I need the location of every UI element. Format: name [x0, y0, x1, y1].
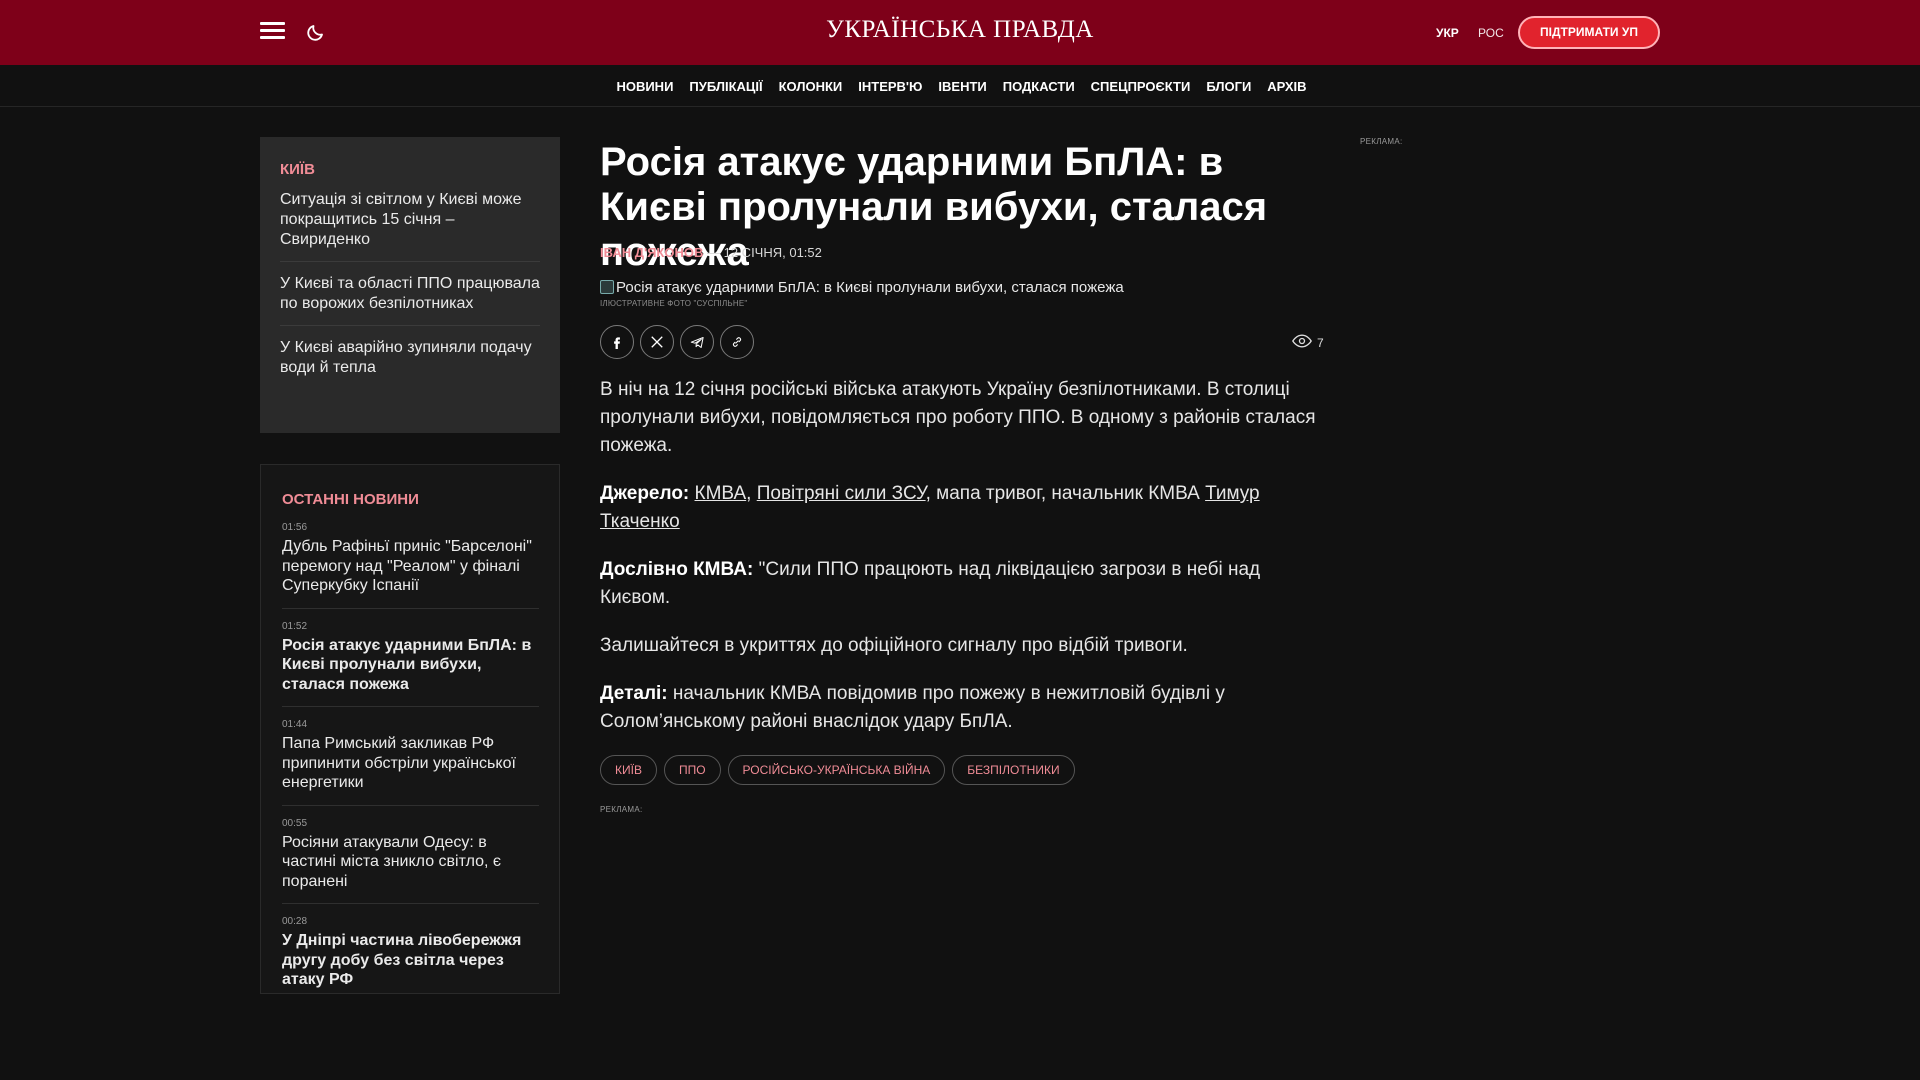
tag-ppo[interactable]: ППО — [663, 755, 721, 785]
latest-news-item[interactable]: 01:56 Дубль Рафіньї приніс "Барселоні" п… — [282, 522, 539, 609]
link-icon[interactable] — [720, 325, 754, 359]
facebook-icon[interactable] — [600, 325, 634, 359]
tag-drones[interactable]: БЕЗПІЛОТНИКИ — [952, 755, 1075, 785]
latest-news-item[interactable]: 01:44 Папа Римський закликав РФ припинит… — [282, 719, 539, 806]
ad-label: РЕКЛАМА: — [600, 805, 643, 814]
site-header: УКРАЇНСЬКА ПРАВДА УКР РОС ПІДТРИМАТИ УП — [0, 0, 1920, 65]
article-byline: ІВАН Д'ЯКОНОВ — 12 СІЧНЯ, 01:52 — [600, 245, 822, 260]
source-middle: , мапа тривог, начальник КМВА — [925, 483, 1206, 504]
article-lead: В ніч на 12 січня російські війська атак… — [600, 379, 1316, 456]
details-text: начальник КМВА повідомив про пожежу в не… — [600, 683, 1225, 732]
latest-news-box: ОСТАННІ НОВИНИ 01:56 Дубль Рафіньї прині… — [260, 464, 560, 994]
news-headline[interactable]: Папа Римський закликав РФ припинити обст… — [282, 734, 539, 793]
tag-russia-ukraine-war[interactable]: РОСІЙСЬКО-УКРАЇНСЬКА ВІЙНА — [727, 755, 946, 785]
lang-ros-link[interactable]: РОС — [1478, 26, 1504, 40]
nav-item-blogs[interactable]: БЛОГИ — [1206, 79, 1251, 94]
eye-icon — [1292, 334, 1312, 351]
image-alt-text: Росія атакує ударними БпЛА: в Києві прол… — [616, 278, 1124, 296]
kyiv-news-item[interactable]: У Києві та області ППО працювала по воро… — [280, 274, 540, 326]
quote-paragraph: Дослівно КМВА: "Сили ППО працюють над лі… — [600, 556, 1320, 612]
news-headline[interactable]: Дубль Рафіньї приніс "Барселоні" перемог… — [282, 537, 539, 596]
source-link-kmva[interactable]: КМВА — [695, 483, 747, 504]
quote-continuation: Залишайтеся в укриттях до офіційного сиг… — [600, 635, 1188, 656]
nav-item-news[interactable]: НОВИНИ — [616, 79, 673, 94]
news-headline[interactable]: Росіяни атакували Одесу: в частині міста… — [282, 833, 539, 892]
article-tags: КИЇВ ППО РОСІЙСЬКО-УКРАЇНСЬКА ВІЙНА БЕЗП… — [600, 755, 1075, 785]
x-icon[interactable] — [640, 325, 674, 359]
news-time: 01:44 — [282, 719, 308, 730]
article-body: В ніч на 12 січня російські війська атак… — [600, 376, 1320, 756]
image-caption: ІЛЮСТРАТИВНЕ ФОТО "СУСПІЛЬНЕ" — [600, 299, 748, 308]
main-nav: НОВИНИ ПУБЛІКАЦІЇ КОЛОНКИ ІНТЕРВ'Ю ІВЕНТ… — [0, 65, 1920, 107]
tag-kyiv[interactable]: КИЇВ — [600, 755, 657, 785]
views-counter: 7 — [1292, 334, 1324, 351]
nav-item-events[interactable]: ІВЕНТИ — [938, 79, 986, 94]
news-time: 01:52 — [282, 620, 308, 632]
author-link[interactable]: ІВАН Д'ЯКОНОВ — [600, 245, 703, 260]
source-link-air-force[interactable]: Повітряні сили ЗСУ — [757, 483, 926, 504]
article-date: — 12 СІЧНЯ, 01:52 — [707, 245, 822, 260]
news-time: 00:55 — [282, 817, 308, 829]
moon-icon[interactable] — [304, 20, 328, 44]
kyiv-news-item[interactable]: У Києві аварійно зупиняли подачу води й … — [280, 338, 540, 389]
nav-item-interview[interactable]: ІНТЕРВ'Ю — [858, 79, 922, 94]
news-headline[interactable]: Росія атакує ударними БпЛА: в Києві прол… — [282, 636, 539, 695]
source-label: Джерело: — [600, 483, 690, 504]
details-paragraph: Деталі: начальник КМВА повідомив про пож… — [600, 680, 1320, 736]
kyiv-news-item[interactable]: Ситуація зі світлом у Києві може покращи… — [280, 190, 540, 262]
article-image: Росія атакує ударними БпЛА: в Києві прол… — [600, 278, 1300, 296]
latest-news-title: ОСТАННІ НОВИНИ — [282, 491, 419, 508]
views-count: 7 — [1317, 335, 1324, 350]
kyiv-section-title[interactable]: КИЇВ — [280, 161, 540, 178]
telegram-icon[interactable] — [680, 325, 714, 359]
latest-news-item[interactable]: 00:28 У Дніпрі частина лівобережжя другу… — [282, 916, 539, 993]
lang-ukr-link[interactable]: УКР — [1436, 26, 1459, 40]
kyiv-news-box: КИЇВ Ситуація зі світлом у Києві може по… — [260, 137, 560, 433]
nav-item-specprojects[interactable]: СПЕЦПРОЄКТИ — [1091, 79, 1191, 94]
support-button[interactable]: ПІДТРИМАТИ УП — [1518, 16, 1660, 49]
broken-image-icon — [600, 280, 614, 294]
nav-item-publications[interactable]: ПУБЛІКАЦІЇ — [689, 79, 762, 94]
news-time: 01:56 — [282, 522, 308, 533]
details-label: Деталі: — [600, 683, 668, 704]
ad-label-sidebar: РЕКЛАМА: — [1360, 137, 1403, 146]
nav-item-archive[interactable]: АРХІВ — [1267, 79, 1306, 94]
latest-news-item[interactable]: 01:52 Росія атакує ударними БпЛА: в Києв… — [282, 620, 539, 707]
news-time: 00:28 — [282, 916, 308, 927]
menu-icon[interactable] — [260, 22, 285, 42]
news-headline[interactable]: У Дніпрі частина лівобережжя другу добу … — [282, 931, 539, 990]
quote-label: Дослівно КМВА: — [600, 559, 754, 580]
nav-item-columns[interactable]: КОЛОНКИ — [779, 79, 843, 94]
source-paragraph: Джерело: КМВА, Повітряні сили ЗСУ, мапа … — [600, 480, 1320, 536]
latest-news-item[interactable]: 00:55 Росіяни атакували Одесу: в частині… — [282, 817, 539, 904]
nav-item-podcasts[interactable]: ПОДКАСТИ — [1003, 79, 1075, 94]
site-logo[interactable]: УКРАЇНСЬКА ПРАВДА — [760, 16, 1160, 44]
source-sep: , — [746, 483, 757, 504]
